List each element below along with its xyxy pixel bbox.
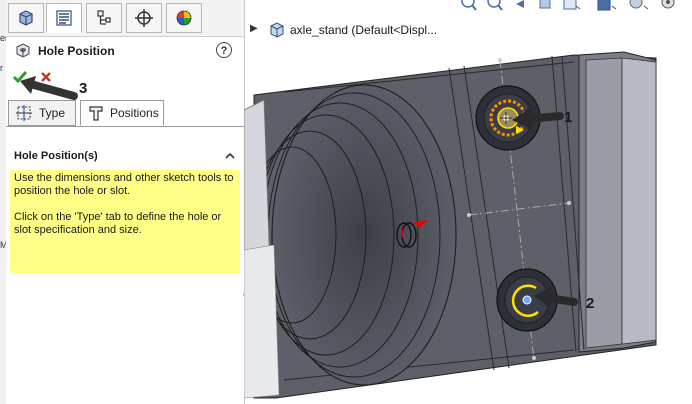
section-title: Hole Position(s) (14, 150, 98, 162)
propertymanager-tab[interactable] (46, 3, 82, 33)
display-style-icon[interactable] (597, 0, 617, 11)
zoom-area-icon[interactable] (487, 0, 503, 11)
hole-tab-bar: Type Positions (6, 100, 244, 127)
hole-positions-icon (89, 106, 103, 121)
propertymanager-icon (56, 10, 72, 26)
step-3-label: 3 (79, 80, 88, 97)
featuremanager-icon (19, 10, 33, 26)
configurationmanager-tab[interactable] (86, 3, 122, 33)
breadcrumb-part-name[interactable]: axle_stand (Default<Displ... (290, 23, 437, 37)
section-header[interactable]: Hole Position(s) (6, 146, 244, 166)
hide-show-items-icon[interactable] (629, 0, 649, 10)
info-message-text: Use the dimensions and other sketch tool… (14, 172, 234, 197)
view-settings-icon[interactable] (661, 0, 675, 9)
property-manager-header: Hole Position ? (6, 38, 244, 64)
displaymanager-tab[interactable] (166, 3, 202, 33)
left-edge-text: r (0, 63, 3, 73)
tab-type[interactable]: Type (8, 100, 76, 126)
info-message-text: Click on the 'Type' tab to define the ho… (14, 211, 222, 236)
featuremanager-tab[interactable] (8, 3, 44, 33)
crosshair-icon (135, 9, 153, 27)
graphics-viewport[interactable]: 1 2 (244, 0, 692, 404)
step-2-label: 2 (586, 295, 594, 312)
hole-wizard-icon (16, 43, 30, 58)
section-view-icon[interactable] (539, 0, 551, 9)
hole-type-icon (16, 105, 32, 121)
chevron-up-icon[interactable] (224, 150, 236, 162)
heads-up-view-toolbar (461, 0, 675, 11)
info-message-box: Use the dimensions and other sketch tool… (10, 170, 240, 273)
page-title: Hole Position (38, 44, 115, 58)
view-orientation-icon[interactable] (563, 0, 581, 10)
confirm-row (6, 66, 244, 100)
step-3-arrow (20, 76, 78, 100)
configurationmanager-icon (97, 10, 111, 25)
tab-positions[interactable]: Positions (80, 100, 164, 126)
step-1-label: 1 (564, 109, 572, 126)
zoom-to-fit-icon[interactable] (461, 0, 477, 11)
chevron-right-icon[interactable]: ▶ (250, 23, 258, 34)
dimxpertmanager-tab[interactable] (126, 3, 162, 33)
tab-positions-label: Positions (110, 106, 159, 120)
manager-tab-bar (6, 0, 244, 37)
appearance-ball-icon (176, 10, 192, 26)
property-manager-panel: Hole Position ? 3 Type Positions Hole Po… (6, 0, 245, 404)
part-icon (270, 22, 284, 38)
help-icon[interactable]: ? (216, 42, 232, 58)
previous-view-icon[interactable] (516, 0, 524, 8)
tab-type-label: Type (39, 106, 66, 120)
